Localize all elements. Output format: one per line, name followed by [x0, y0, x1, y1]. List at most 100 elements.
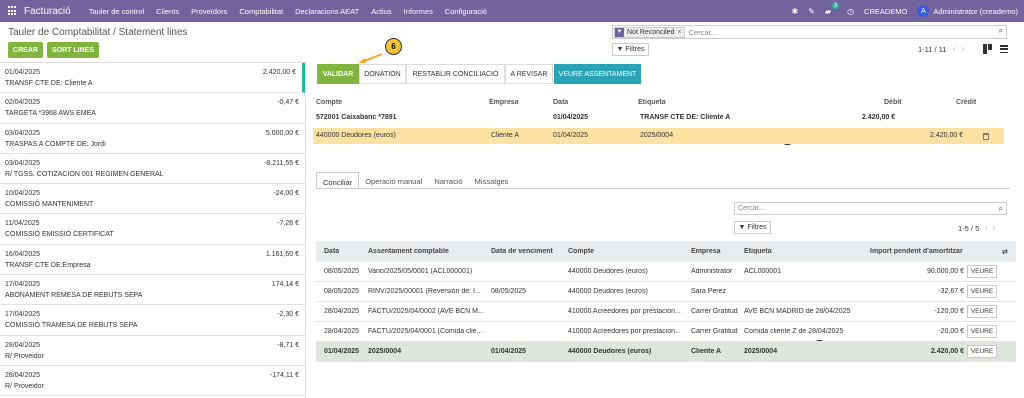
col-header-date: Data [553, 99, 569, 106]
donation-button[interactable]: DONATION [359, 64, 406, 84]
column-settings-icon[interactable]: ⇄ [1002, 248, 1008, 256]
col-header-residual[interactable]: Import pendent d'amortitzar [870, 248, 963, 255]
row-amount: 90.000,00 € [927, 268, 964, 275]
to-review-button[interactable]: A REVISAR [505, 64, 553, 84]
table-row[interactable]: 28/04/2025 FACTU/2025/04/0002 (AVE BCN M… [316, 302, 1016, 322]
view-button[interactable]: VEURE [967, 325, 997, 338]
statement-line[interactable]: 16/04/2025 TRANSF CTE DE:Empresa 1.161,6… [0, 245, 305, 276]
col-header-account[interactable]: Compte [568, 248, 594, 255]
counterpart-account[interactable]: 440000 Deudores (euros) [316, 132, 396, 139]
search-input[interactable]: Cercar... [689, 28, 717, 37]
list-view-icon[interactable] [1000, 45, 1008, 53]
tab-messages[interactable]: Missatges [469, 172, 515, 189]
breadcrumb: Tauler de Comptabilitat / Statement line… [8, 27, 188, 38]
table-row-selected[interactable]: 01/04/2025 2025/0004 01/04/2025 440000 D… [316, 342, 1016, 362]
tab-manual-operation[interactable]: Operació manual [359, 172, 428, 189]
menu-item-configuration[interactable]: Configuració [445, 7, 487, 16]
search-icon[interactable]: ⌕ [999, 204, 1003, 214]
bug-icon[interactable]: ✱ [792, 7, 799, 16]
validate-button[interactable]: VALIDAR [317, 64, 359, 84]
filter-facet: ▼ Not Reconciled × [614, 26, 685, 38]
statement-line[interactable]: 10/04/2025 COMISSIÓ MANTENIMENT -24,00 € [0, 184, 305, 215]
user-menu[interactable]: Administrator (creademo) [933, 7, 1018, 16]
table-row[interactable]: 08/05/2025 Vario/2025/05/0001 (ACL000001… [316, 262, 1016, 282]
row-account: 440000 Deudores (euros) [568, 268, 648, 275]
facet-remove-icon[interactable]: × [677, 29, 683, 36]
line-label: ABONAMENT REMESA DE REBUTS SEPA [5, 292, 143, 300]
pager-next-icon[interactable]: › [993, 223, 996, 232]
line-date: 03/04/2025 [5, 159, 41, 167]
statement-line[interactable]: 03/04/2025 R/ TGSS. COTIZACION 001 REGIM… [0, 154, 305, 185]
col-header-move[interactable]: Assentament comptable [368, 248, 449, 255]
search-bar[interactable]: ▼ Not Reconciled × Cercar... ⌕ [612, 25, 1007, 39]
menu-item-assets[interactable]: Actius [371, 7, 391, 16]
col-header-due-date[interactable]: Data de venciment [491, 248, 553, 255]
user-avatar[interactable]: A [917, 5, 930, 17]
view-button[interactable]: VEURE [967, 305, 997, 318]
col-header-label[interactable]: Etiqueta [744, 248, 772, 255]
statement-line[interactable]: 28/04/2025 R/ Proveidor -174,11 € [0, 366, 305, 397]
row-date: 28/04/2025 [324, 308, 360, 315]
clock-icon[interactable]: ◷ [847, 7, 854, 16]
apps-menu-icon[interactable] [8, 6, 18, 16]
line-amount: -7,26 € [277, 220, 299, 228]
menu-item-dashboard[interactable]: Tauler de control [89, 7, 144, 16]
match-pager-value[interactable]: 1-5 / 5 [958, 224, 979, 233]
pager-prev-icon[interactable]: ‹ [985, 223, 988, 232]
line-label: TARGETA *3968 AWS EMEA [5, 110, 96, 118]
pager-prev-icon[interactable]: ‹ [953, 44, 956, 53]
filters-label: Filtres [625, 46, 645, 53]
breadcrumb-parent[interactable]: Tauler de Comptabilitat [8, 27, 110, 38]
row-move: Vario/2025/05/0001 (ACL000001) [368, 268, 473, 275]
sort-lines-button[interactable]: SORT LINES [47, 42, 99, 58]
filters-button[interactable]: ▼ Filtres [612, 43, 649, 56]
chat-count-badge: 3 [831, 2, 840, 9]
row-label: 2025/0004 [744, 348, 778, 355]
edit-icon[interactable]: ✎ [808, 7, 815, 16]
chat-icon[interactable]: ▰ 3 [825, 2, 840, 16]
view-button[interactable]: VEURE [967, 345, 997, 358]
statement-line[interactable]: 11/04/2025 COMISSIÓ EMISSIÓ CERTIFICAT -… [0, 214, 305, 245]
bank-line-account: 572001 Caixabanc *7891 [316, 114, 397, 121]
menu-item-clients[interactable]: Clients [156, 7, 179, 16]
tab-reconcile[interactable]: Conciliar [316, 172, 360, 189]
statement-line[interactable]: 28/04/2025 R/ Proveidor -8,71 € [0, 336, 305, 366]
pager-value[interactable]: 1-11 / 11 [918, 45, 947, 54]
app-name[interactable]: Facturació [24, 6, 71, 17]
reset-reconciliation-button[interactable]: RESTABLIR CONCILIACIÓ [406, 64, 505, 84]
search-icon[interactable]: ⌕ [999, 26, 1003, 36]
menu-item-tax-reports[interactable]: Declaracions AEAT [295, 7, 359, 16]
view-button[interactable]: VEURE [967, 265, 997, 278]
match-filters-button[interactable]: ▼ Filtres [734, 221, 771, 234]
kanban-view-icon[interactable] [983, 44, 992, 54]
counterpart-partner[interactable]: Cliente A [491, 132, 519, 139]
table-row[interactable]: 08/05/2025 RINV/2025/00001 (Reversión de… [316, 282, 1016, 302]
col-header-date[interactable]: Data [324, 248, 339, 255]
statement-line[interactable]: 17/04/2025 COMISSIÓ TRAMESA DE REBUTS SE… [0, 305, 305, 336]
counterpart-label[interactable]: 2025/0004 [640, 132, 673, 139]
view-button[interactable]: VEURE [967, 285, 997, 298]
filter-icon: ▼ [616, 46, 624, 53]
row-date: 08/05/2025 [324, 288, 360, 295]
row-label: AVE BCN MADRID de 28/04/2025 [744, 308, 851, 315]
trash-icon[interactable] [983, 133, 989, 140]
col-header-partner[interactable]: Empresa [691, 248, 721, 255]
view-entry-button[interactable]: VEURE ASSENTAMENT [554, 64, 641, 84]
statement-line[interactable]: 17/04/2025 ABONAMENT REMESA DE REBUTS SE… [0, 275, 305, 306]
company-switcher[interactable]: CREADEMO [864, 7, 907, 16]
pager-next-icon[interactable]: › [962, 44, 965, 53]
menu-item-accounting[interactable]: Comptabilitat [239, 7, 283, 16]
match-search-input[interactable]: Cercar... ⌕ [734, 202, 1007, 215]
statement-line[interactable]: 01/04/2025 TRANSF CTE DE: Cliente A 2.42… [0, 63, 305, 94]
create-button[interactable]: CREAR [8, 42, 43, 58]
counterpart-credit[interactable]: 2.420,00 € [930, 132, 963, 139]
tab-narration[interactable]: Narració [428, 172, 468, 189]
statement-line[interactable]: 03/04/2025 TRASPAS A COMPTE DE: Jordi 5.… [0, 124, 305, 154]
counterpart-date[interactable]: 01/04/2025 [553, 132, 588, 139]
menu-item-reports[interactable]: Informes [404, 7, 433, 16]
annotation-arrow [358, 53, 383, 63]
table-row[interactable]: 28/04/2025 FACTU/2025/04/0001 (Comida cl… [316, 322, 1016, 342]
statement-line[interactable]: 02/04/2025 TARGETA *3968 AWS EMEA -0,47 … [0, 93, 305, 124]
notebook-tabs: Conciliar Operació manual Narració Missa… [316, 172, 514, 189]
menu-item-suppliers[interactable]: Proveïdors [191, 7, 227, 16]
